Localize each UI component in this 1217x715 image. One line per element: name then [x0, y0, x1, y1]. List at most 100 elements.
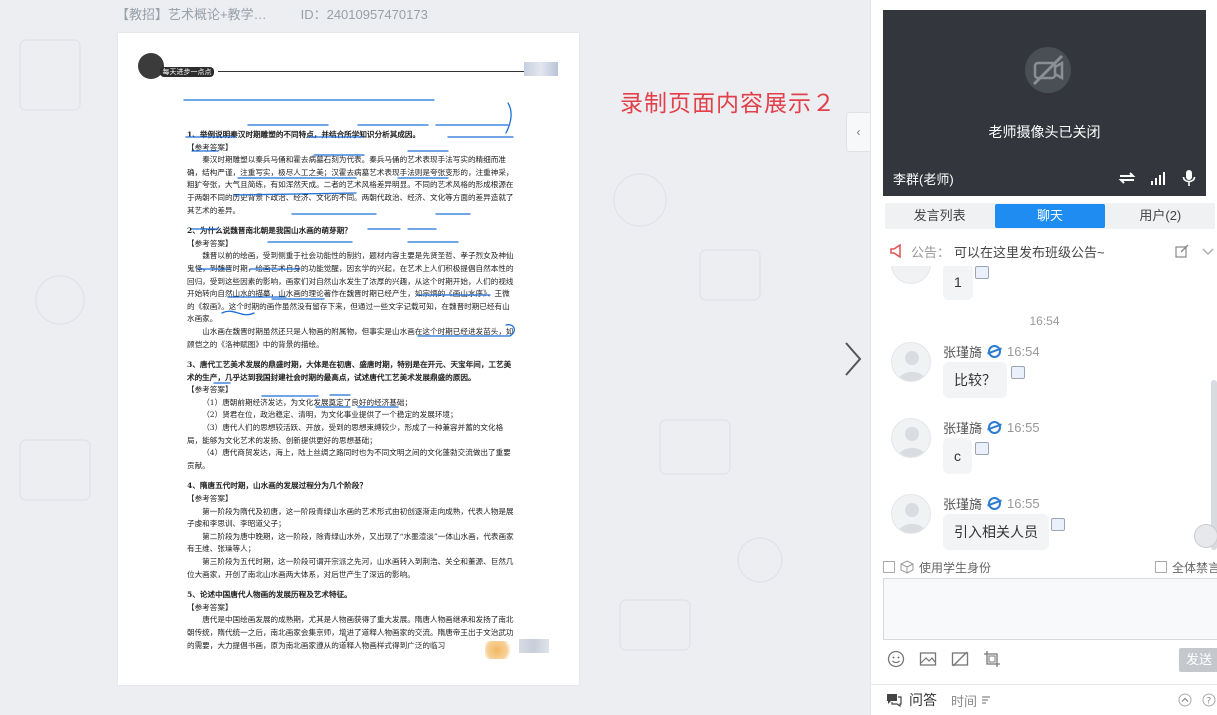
avatar	[891, 418, 931, 458]
answer-paragraph: （2）贤君在位，政治稳定、清明，为文化事业提供了一个稳定的发展环境；	[202, 410, 458, 420]
sender-name: 张瑾旖	[943, 345, 983, 360]
chevron-up-icon[interactable]	[1178, 693, 1192, 707]
qa-label: 问答	[909, 692, 937, 708]
answer-paragraph: 唐代是中国绘画发展的成熟期，尤其是人物画获得了重大发展。隋唐人物画继承和发扬了南…	[187, 615, 514, 650]
teacher-video: 老师摄像头已关闭 李群(老师)	[883, 10, 1206, 196]
session-id: ID：24010957470173	[300, 6, 428, 22]
emoji-icon[interactable]	[887, 650, 905, 668]
session-topbar: 【教招】艺术概论+教学… ID：24010957470173	[0, 0, 870, 26]
answer-label: 【参考答案】	[187, 142, 233, 152]
device-badge-icon	[1011, 366, 1025, 379]
chat-scrollbar[interactable]	[1211, 380, 1217, 550]
page-number: 1	[344, 635, 349, 643]
chat-toolbar	[887, 650, 1001, 668]
cube-icon	[900, 560, 914, 574]
mute-all-checkbox[interactable]	[1154, 561, 1167, 573]
answer-label: 【参考答案】	[187, 238, 233, 248]
sort-icon	[982, 696, 991, 704]
course-title: 【教招】艺术概论+教学…	[116, 6, 267, 22]
document-stage: 【教招】艺术概论+教学… ID：24010957470173 每天进步一点点 1…	[0, 0, 870, 715]
device-badge-icon	[975, 442, 989, 455]
edit-icon[interactable]	[1175, 244, 1189, 258]
student-identity-checkbox[interactable]	[883, 561, 895, 573]
chat-options: 使用学生身份 全体禁言	[883, 558, 1217, 576]
time-separator: 16:54	[1029, 314, 1060, 328]
tab-speakers[interactable]: 发言列表	[885, 203, 994, 229]
question-heading: 1、举例说明秦汉时期雕塑的不同特点，并结合所学知识分析其成因。	[187, 130, 421, 139]
panel-footer: 问答 时间 ?	[871, 684, 1217, 715]
sender-name: 张瑾旖	[943, 497, 983, 512]
question-heading: 2、为什么说魏晋南北朝是我国山水画的萌芽期？	[187, 226, 352, 236]
tab-chat[interactable]: 聊天	[995, 204, 1105, 228]
document-page: 每天进步一点点 1、举例说明秦汉时期雕塑的不同特点，并结合所学知识分析其成因。【…	[118, 33, 579, 685]
floating-chat-icon[interactable]	[1194, 524, 1217, 548]
avatar	[891, 342, 931, 382]
answer-paragraph: 魏晋以前的绘画，受到侧重于社会功能性的制约，题材内容主要是先贤圣哲、孝子烈女及神…	[187, 251, 514, 324]
no-image-icon[interactable]	[951, 650, 969, 668]
chevron-left-icon: ‹	[856, 125, 861, 139]
camera-off-text: 老师摄像头已关闭	[988, 124, 1101, 140]
video-bar: 李群(老师)	[883, 160, 1206, 196]
header-rule	[218, 71, 528, 72]
browser-ie-icon	[988, 421, 1002, 434]
device-badge-icon	[1051, 518, 1065, 531]
sort-by-time[interactable]: 时间	[951, 691, 991, 710]
answer-paragraph: （4）唐代商贸发达，海上，陆上丝绸之路同时也为不同文明之间的文化蓬勃交流做出了重…	[187, 448, 511, 470]
announcement-label: 公告：	[911, 244, 951, 260]
footer-logo-blurred	[485, 635, 551, 659]
message-bubble: c	[943, 438, 972, 474]
image-icon[interactable]	[919, 650, 937, 668]
device-badge-icon	[975, 266, 989, 279]
question-heading: 4、隋唐五代时期，山水画的发展过程分为几个阶段？	[187, 481, 367, 491]
answer-paragraph: 第三阶段为五代时期，这一阶段可谓开宗派之先河，山水画转入到荆浩、关仝和董源、巨然…	[187, 557, 514, 579]
avatar	[891, 494, 931, 534]
message-bubble: 比较？	[943, 362, 1007, 398]
answer-label: 【参考答案】	[187, 385, 233, 395]
switch-icon[interactable]	[1118, 170, 1136, 186]
presenter-name: 李群(老师)	[893, 171, 954, 187]
signal-icon	[1151, 172, 1165, 185]
document-body: 1、举例说明秦汉时期雕塑的不同特点，并结合所学知识分析其成因。 【参考答案】秦汉时…	[187, 121, 517, 652]
recording-caption: 录制页面内容展示２	[620, 91, 836, 117]
answer-paragraph: （1）唐朝前期经济发达，为文化发展奠定了良好的经济基础；	[202, 397, 413, 407]
next-page-arrow-icon[interactable]	[841, 340, 865, 378]
megaphone-icon	[890, 244, 901, 258]
header-tag: 每天进步一点点	[160, 67, 214, 77]
side-panel: 老师摄像头已关闭 李群(老师) 发言列表 聊天 用户(2) 公告： 可以在这里发…	[870, 0, 1217, 715]
tab-users[interactable]: 用户(2)	[1106, 203, 1215, 229]
sender-name: 张瑾旖	[943, 421, 983, 436]
answer-label: 【参考答案】	[187, 494, 233, 504]
qa-tab[interactable]: 问答	[885, 690, 937, 710]
question-heading: 5、论述中国唐代人物画的发展历程及艺术特征。	[187, 590, 352, 600]
header-logo-blurred	[524, 62, 558, 76]
chevron-down-icon[interactable]	[1201, 244, 1215, 258]
camera-off-icon	[1025, 47, 1071, 93]
message-bubble: 引入相关人员	[943, 514, 1049, 550]
collapse-panel-button[interactable]: ‹	[846, 112, 870, 152]
announcement-text: 可以在这里发布班级公告~	[954, 244, 1105, 260]
browser-ie-icon	[988, 497, 1002, 510]
answer-paragraph: 第一阶段为隋代及初唐，这一阶段青绿山水画的艺术形式由初创逐渐走向成熟，代表人物是…	[187, 506, 514, 529]
document-header: 每天进步一点点	[138, 53, 558, 83]
answer-paragraph: 山水画在魏晋时期虽然还只是人物画的附属物，但事实是山水画在这个时期已经进发苗头，…	[187, 326, 514, 349]
announcement-bar: 公告： 可以在这里发布班级公告~	[889, 238, 1215, 264]
answer-paragraph: （3）唐代人们的思想较活跃、开放，受到的思想束缚较少，形成了一种兼容并蓄的文化格…	[187, 423, 504, 445]
message-time: 16:54	[1007, 344, 1040, 359]
time-label: 时间	[951, 693, 978, 709]
answer-paragraph: 第二阶段为唐中晚期，这一阶段，除青绿山水外，又出现了“水墨渲淡”一体山水画，代表…	[187, 531, 514, 554]
send-button[interactable]: 发送	[1179, 648, 1217, 672]
help-icon[interactable]: ?	[1202, 693, 1216, 707]
message-time: 16:55	[1007, 420, 1040, 435]
chat-list[interactable]: 1 16:54 张瑾旖 16:54 比较？ 张瑾旖 16:55 c 张瑾旖 16:55…	[871, 266, 1217, 556]
browser-ie-icon	[988, 345, 1002, 358]
answer-paragraph: 秦汉时期雕塑以秦兵马俑和霍去病墓石刻为代表。秦兵马俑的艺术表现手法写实的精细而准…	[187, 155, 514, 215]
answer-label: 【参考答案】	[187, 602, 233, 612]
student-identity-label: 使用学生身份	[919, 560, 992, 575]
screenshot-icon[interactable]	[983, 650, 1001, 668]
question-heading: 3、唐代工艺美术发展的鼎盛时期，大体是在初唐、盛唐时期，特别是在开元、天宝年间，…	[187, 360, 512, 382]
microphone-icon[interactable]	[1182, 169, 1196, 187]
chat-input[interactable]	[883, 578, 1217, 640]
svg-text:?: ?	[1207, 697, 1212, 707]
mute-all-label: 全体禁言	[1171, 560, 1217, 575]
qa-icon	[887, 694, 902, 708]
